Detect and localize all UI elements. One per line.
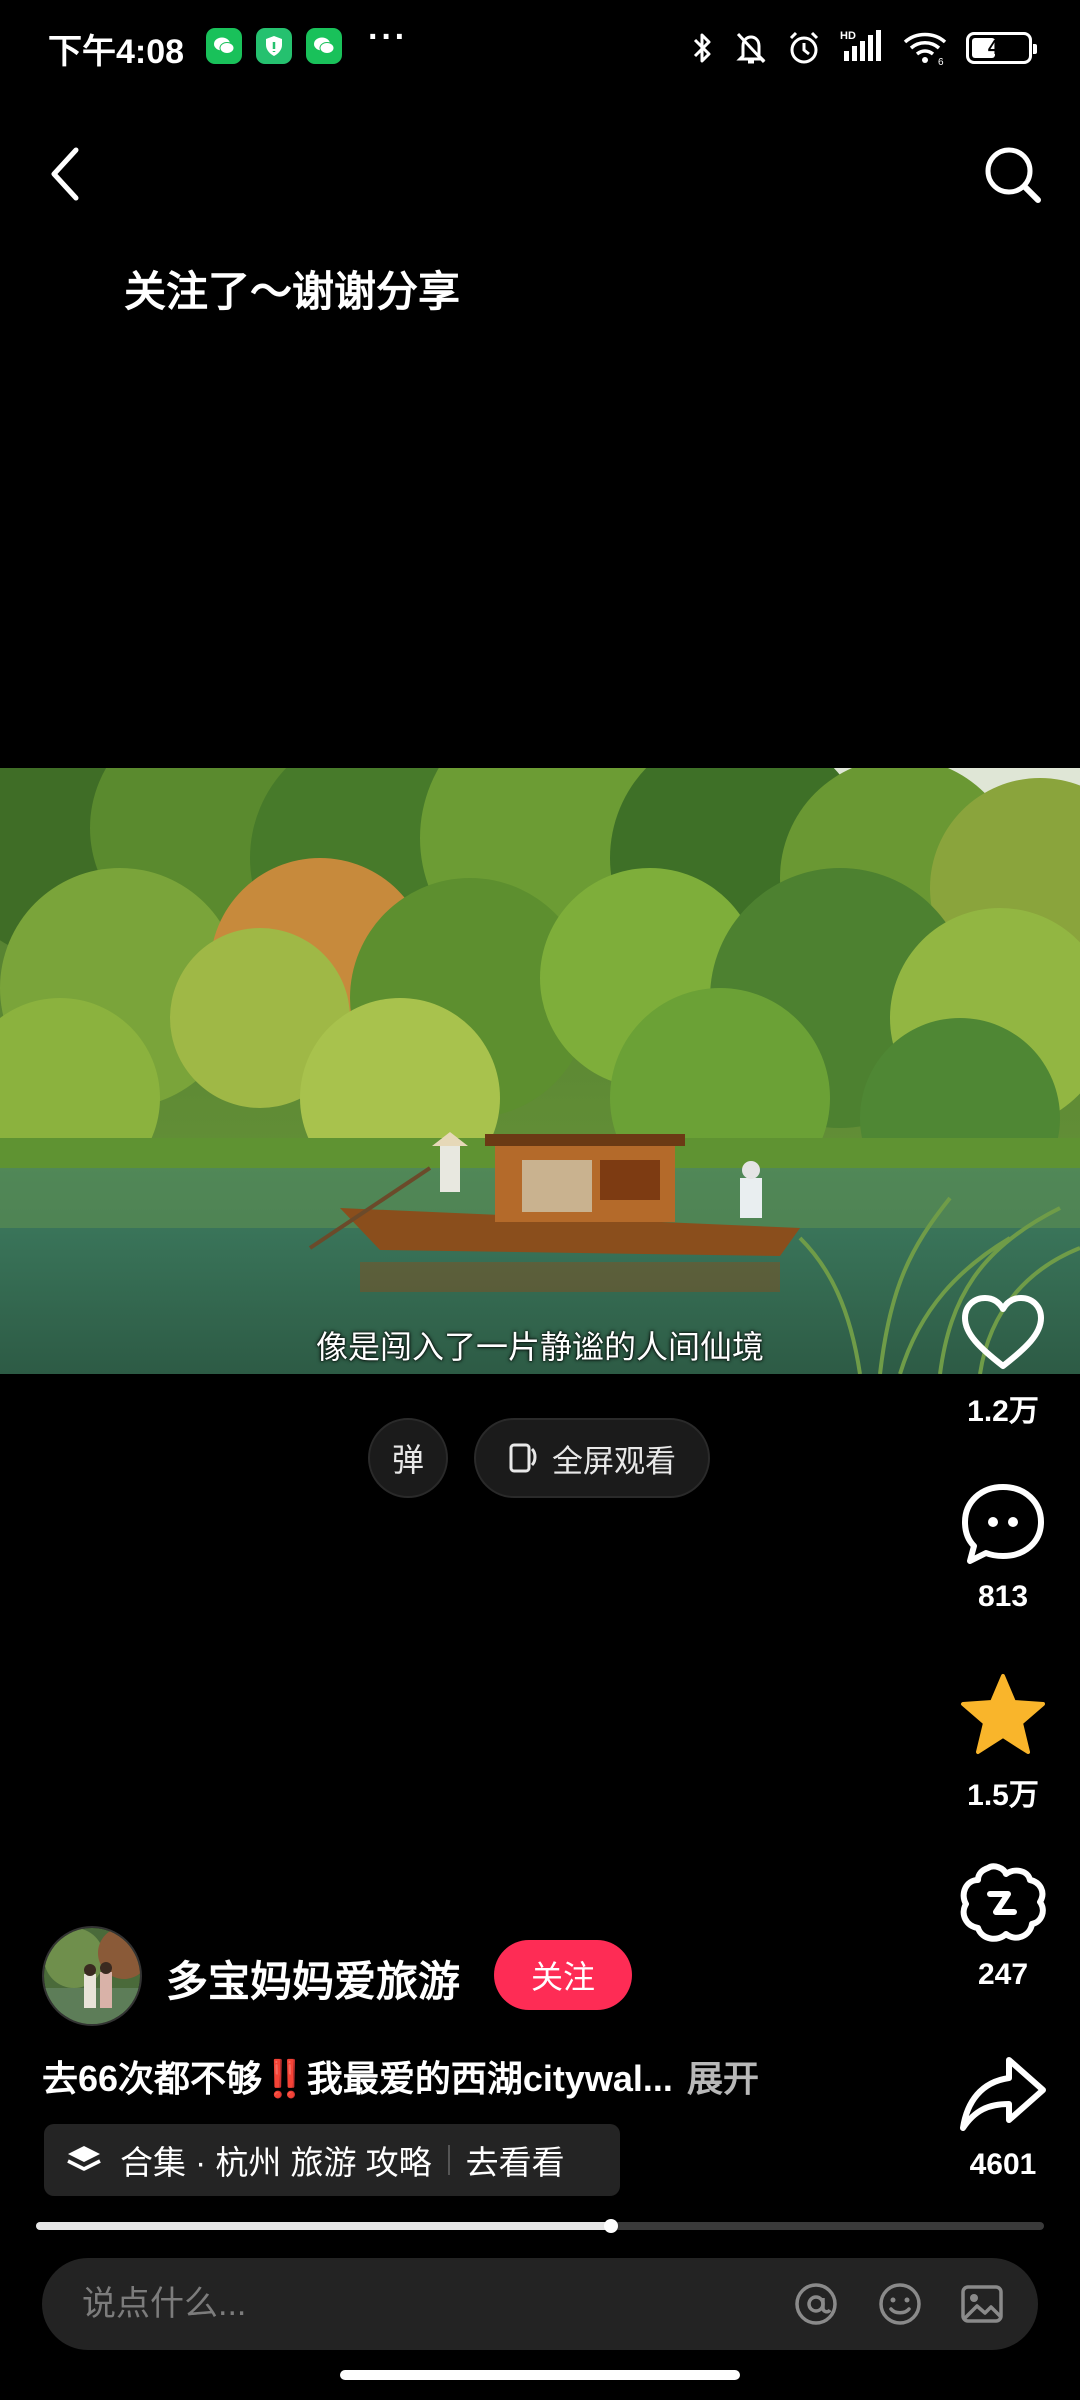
rotate-phone-icon — [509, 1443, 537, 1473]
collection-divider — [447, 2145, 450, 2175]
heart-icon — [962, 1295, 1044, 1369]
video-subtitle: 像是闯入了一片静谧的人间仙境 — [315, 1329, 764, 1365]
emoji-icon[interactable] — [876, 2280, 924, 2328]
progress-fill — [36, 2222, 611, 2230]
follow-label: 关注 — [530, 1959, 595, 1995]
wechat-icon — [306, 28, 342, 64]
battery-indicator: 43 — [966, 32, 1037, 64]
search-icon[interactable] — [978, 140, 1048, 210]
back-button[interactable] — [40, 140, 92, 208]
fullscreen-button[interactable]: 全屏观看 — [474, 1418, 710, 1498]
status-time: 下午4:08 — [48, 33, 185, 71]
status-bar: 下午4:08 ··· HD 6 43 — [0, 0, 1080, 96]
favorite-count: 1.5万 — [967, 1779, 1039, 1812]
author-avatar[interactable] — [42, 1926, 142, 2026]
svg-text:6: 6 — [938, 57, 944, 66]
video-frame — [0, 768, 1080, 1374]
comment-button[interactable]: 813 — [948, 1482, 1058, 1614]
share-to-count: 247 — [977, 1958, 1029, 1991]
floating-comment: 关注了～谢谢分享 — [124, 268, 461, 315]
layers-icon — [67, 2146, 101, 2171]
image-icon[interactable] — [958, 2280, 1006, 2328]
more-notifications-icon: ··· — [368, 18, 408, 56]
fullscreen-label: 全屏观看 — [552, 1443, 676, 1479]
comment-icon — [962, 1484, 1044, 1564]
signal-icon: HD — [840, 29, 884, 68]
share-arrow-icon — [960, 2057, 1046, 2131]
description-text: 去66次都不够‼️我最爱的西湖citywal... — [42, 2058, 673, 2099]
video-player[interactable] — [0, 768, 1080, 1374]
favorite-button[interactable]: 1.5万 — [948, 1672, 1058, 1814]
comment-input-bar — [42, 2258, 1038, 2350]
progress-handle[interactable] — [603, 2219, 618, 2233]
wifi-icon: 6 — [903, 32, 947, 66]
comment-count: 813 — [977, 1580, 1029, 1613]
share-button[interactable]: 4601 — [948, 2054, 1058, 2182]
follow-button[interactable]: 关注 — [494, 1940, 632, 2010]
video-description[interactable]: 去66次都不够‼️我最爱的西湖citywal... 展开 — [42, 2050, 759, 2102]
share-to-friend-button[interactable]: 247 — [948, 1862, 1058, 1992]
svg-text:HD: HD — [840, 30, 856, 42]
star-icon — [961, 1674, 1045, 1754]
danmu-toggle-button[interactable]: 弹 — [368, 1418, 448, 1498]
mention-icon[interactable] — [792, 2280, 840, 2328]
wechat-icon — [206, 28, 242, 64]
comment-input[interactable] — [82, 2258, 782, 2350]
collection-chip[interactable]: 合集 · 杭州 旅游 攻略 去看看 — [44, 2124, 620, 2196]
home-indicator[interactable] — [340, 2370, 740, 2380]
author-name[interactable]: 多宝妈妈爱旅游 — [166, 1948, 460, 2009]
bluetooth-icon — [693, 33, 711, 63]
collection-label: 合集 · 杭州 旅游 攻略 — [120, 2144, 432, 2181]
share-count: 4601 — [969, 2148, 1037, 2181]
shield-icon — [256, 28, 292, 64]
mute-bell-icon — [736, 32, 766, 64]
recommend-icon — [960, 1863, 1046, 1942]
expand-link[interactable]: 展开 — [687, 2058, 759, 2099]
like-count: 1.2万 — [967, 1395, 1039, 1428]
video-progress-bar[interactable] — [36, 2219, 1044, 2233]
alarm-icon — [789, 31, 819, 64]
battery-level: 43 — [987, 36, 1011, 59]
collection-action[interactable]: 去看看 — [466, 2136, 565, 2184]
like-button[interactable]: 1.2万 — [948, 1294, 1058, 1430]
danmu-label: 弹 — [391, 1442, 424, 1478]
